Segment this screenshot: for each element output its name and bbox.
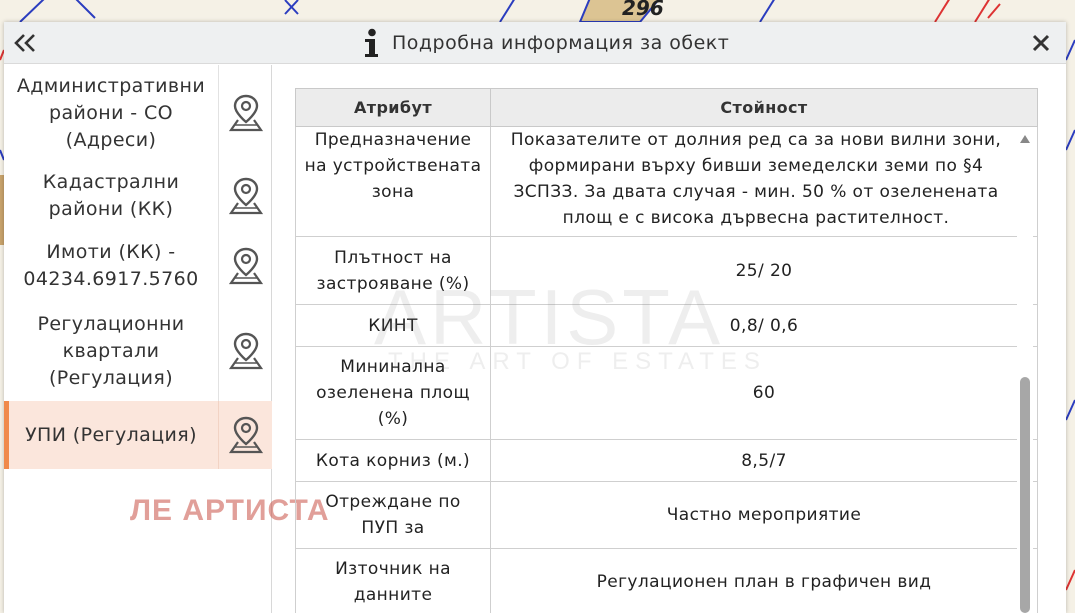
value-text-line: 8,5/7 (741, 450, 787, 471)
close-icon (1032, 34, 1050, 52)
sidebar-item-0[interactable]: Административни райони - СО (Адреси) (4, 65, 272, 161)
map-pin-icon (228, 94, 263, 132)
sidebar-item-label: Кадастрални райони (КК) (4, 161, 218, 231)
attribute-cell: Отреждане по ПУП за (295, 481, 491, 549)
sidebar-item-2[interactable]: Имоти (КК) - 04234.6917.5760 (4, 231, 272, 301)
attribute-text-line: зона (371, 182, 415, 202)
parcel-number-label: 296 (622, 0, 664, 20)
attribute-text-line: Мининална (340, 357, 446, 377)
attribute-text-line: (%) (377, 409, 409, 429)
scrollbar-thumb[interactable] (1020, 377, 1030, 613)
sidebar-item-label-line: райони (КК) (48, 198, 174, 220)
attribute-text-line: ПУП за (361, 518, 425, 538)
active-indicator (4, 401, 9, 469)
panel-header: Подробна информация за обект (4, 22, 1066, 64)
attribute-text-line: на устройствената (304, 156, 482, 176)
value-cell: 60 (490, 346, 1038, 440)
attribute-cell: Източник на данните (295, 548, 491, 613)
map-pin-icon (228, 416, 263, 454)
attribute-text-line: Отреждане по (325, 492, 461, 512)
sidebar-item-4[interactable]: УПИ (Регулация) (4, 401, 272, 469)
column-header-value: Стойност (490, 88, 1038, 127)
sidebar-item-label-line: (Адреси) (65, 128, 157, 151)
sidebar-item-label-line: райони - СО (48, 101, 173, 124)
value-text-line: 60 (752, 383, 776, 403)
sidebar-item-label-line: УПИ (Регулация) (25, 423, 197, 446)
value-text-line: 25/ 20 (735, 260, 793, 281)
attribute-cell: Мининална озеленена площ (%) (295, 346, 491, 440)
sidebar-item-label-line: Административни (16, 74, 206, 97)
sidebar-item-label-line: Кадастрални (42, 171, 180, 193)
value-cell: Регулационен план в графичен вид (490, 548, 1038, 613)
map-pin-icon (228, 177, 263, 215)
value-cell: Частно мероприятие (490, 481, 1038, 549)
column-header-attribute: Атрибут (295, 88, 491, 127)
value-cell: 0,8/ 0,6 (490, 304, 1038, 347)
double-chevron-left-icon (14, 34, 35, 52)
attribute-text-line: озеленена площ (316, 383, 470, 403)
attribute-table-container[interactable]: Атрибут Стойност Предназначение на устрой… (295, 88, 1038, 613)
attribute-text-line: данните (353, 584, 433, 605)
attribute-text-line: Кота корниз (м.) (315, 450, 471, 471)
table-row: Източник на данните Регулационен план в гр… (295, 548, 1038, 613)
object-info-panel: Подробна информация за обект Администрат… (4, 22, 1066, 613)
value-cell: 8,5/7 (490, 439, 1038, 482)
value-text-line: Показателите от долния ред са за нови ви… (510, 130, 1002, 150)
table-row: Мининална озеленена площ (%) 60 (295, 346, 1038, 440)
attribute-cell: Плътност на застрояване (%) (295, 236, 491, 305)
header-title-group: Подробна информация за обект (360, 26, 729, 60)
zoom-to-layer-button[interactable] (218, 401, 272, 469)
value-text-line: формирани върху бивши земеделски земи по… (528, 156, 984, 176)
collapse-button[interactable] (10, 28, 40, 58)
layer-sidebar: Административни райони - СО (Адреси) Кадаст… (4, 65, 272, 613)
zoom-to-layer-button[interactable] (218, 161, 272, 231)
table-row: КИНТ 0,8/ 0,6 (295, 304, 1038, 347)
sidebar-item-label-line: (Регулация) (48, 366, 174, 389)
map-pin-icon (228, 332, 263, 370)
value-text-line: площ е с висока дървесна растителност. (562, 208, 950, 228)
attribute-text-line: Плътност на (334, 247, 452, 268)
sidebar-item-label: Административни райони - СО (Адреси) (4, 65, 218, 161)
attribute-cell: Предназначение на устройствената зона (295, 126, 491, 237)
map-pin-icon (228, 247, 263, 285)
attribute-text-line: Източник на (335, 558, 451, 579)
attribute-text-line: застрояване (%) (316, 273, 470, 294)
value-cell: 25/ 20 (490, 236, 1038, 305)
sidebar-item-1[interactable]: Кадастрални райони (КК) (4, 161, 272, 231)
sidebar-item-label-line: Регулационни (37, 312, 185, 335)
sidebar-item-label: Имоти (КК) - 04234.6917.5760 (4, 231, 218, 301)
table-row: Плътност на застрояване (%) 25/ 20 (295, 236, 1038, 305)
zoom-to-layer-button[interactable] (218, 231, 272, 301)
value-text-line: Частно мероприятие (666, 505, 862, 525)
sidebar-item-label-line: 04234.6917.5760 (23, 268, 199, 290)
attribute-text-line: КИНТ (368, 315, 418, 336)
table-row: Кота корниз (м.) 8,5/7 (295, 439, 1038, 482)
sidebar-item-label: УПИ (Регулация) (4, 401, 218, 469)
sidebar-item-label-line: Имоти (КК) - (46, 241, 176, 263)
attribute-table: Атрибут Стойност Предназначение на устрой… (295, 88, 1038, 613)
table-row: Отреждане по ПУП за Частно мероприятие (295, 481, 1038, 549)
value-cell: Показателите от долния ред са за нови ви… (490, 126, 1038, 237)
attribute-cell: КИНТ (295, 304, 491, 347)
value-text-line: Регулационен план в графичен вид (596, 571, 932, 592)
value-text-line: ЗСПЗЗ. За двата случая - мин. 50 % от оз… (513, 182, 999, 202)
attribute-text-line: Предназначение (314, 130, 472, 150)
table-row: Предназначение на устройствената зона Показ… (295, 126, 1038, 237)
zoom-to-layer-button[interactable] (218, 301, 272, 401)
sidebar-item-label: Регулационни квартали (Регулация) (4, 301, 218, 401)
sidebar-item-3[interactable]: Регулационни квартали (Регулация) (4, 301, 272, 401)
value-text-line: 0,8/ 0,6 (729, 315, 799, 336)
sidebar-item-label-line: квартали (62, 339, 160, 362)
info-icon (365, 28, 378, 57)
attribute-cell: Кота корниз (м.) (295, 439, 491, 482)
close-button[interactable] (1026, 28, 1056, 58)
panel-title: Подробна информация за обект (392, 32, 730, 54)
zoom-to-layer-button[interactable] (218, 65, 272, 161)
table-header-row: Атрибут Стойност (295, 88, 1038, 127)
scroll-up-arrow-icon[interactable] (1019, 134, 1031, 144)
